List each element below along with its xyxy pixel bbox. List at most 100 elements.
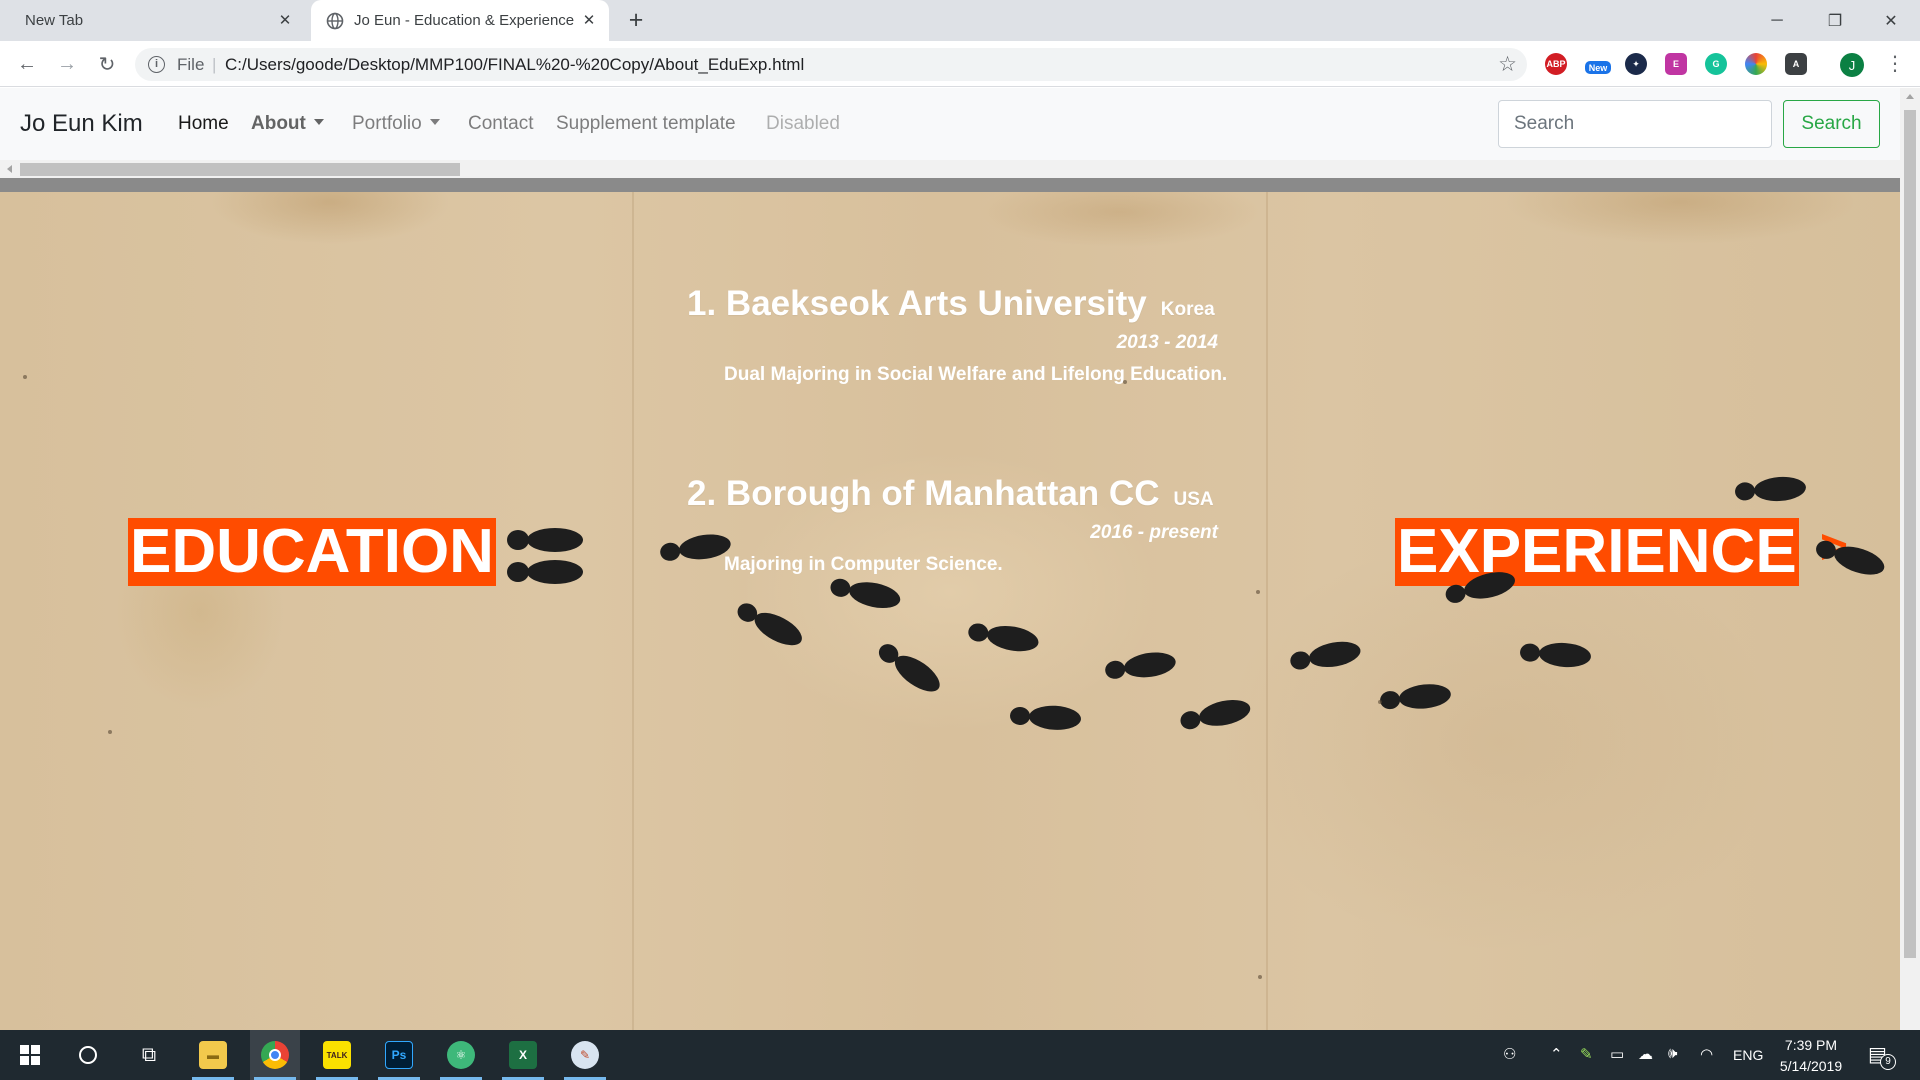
nav-portfolio-label: Portfolio — [352, 113, 422, 134]
site-navbar: Jo Eun Kim Home About Portfolio Contact … — [0, 88, 1900, 160]
chrome-icon[interactable] — [250, 1030, 300, 1080]
nav-contact[interactable]: Contact — [468, 113, 533, 135]
windows-taskbar: ⧉ ▬ TALK Ps ⚛ X ✎ ⚇ ⌃ ✎ ▭ ☁ 🕪 ◠ ENG 7:39… — [0, 1030, 1920, 1080]
footprint — [737, 603, 802, 646]
circle-icon — [79, 1046, 97, 1064]
cortana-icon[interactable] — [63, 1030, 113, 1080]
education-section: 1. Baekseok Arts University Korea 2013 - … — [0, 192, 1900, 1030]
compass-extension-icon[interactable]: ✦ — [1625, 53, 1647, 75]
scroll-left-icon[interactable] — [7, 165, 12, 173]
paint-icon[interactable]: ✎ — [560, 1030, 610, 1080]
menu-kebab-icon[interactable]: ⋮ — [1885, 51, 1905, 76]
info-icon[interactable]: i — [148, 56, 165, 73]
people-icon[interactable]: ⚇ — [1503, 1045, 1516, 1063]
volume-icon[interactable]: 🕪 — [1668, 1045, 1677, 1062]
reload-icon[interactable]: ↻ — [93, 50, 121, 78]
kakaotalk-icon[interactable]: TALK — [312, 1030, 362, 1080]
footprint — [507, 560, 583, 584]
bookmark-star-icon[interactable]: ☆ — [1498, 52, 1517, 77]
web-page: Jo Eun Kim Home About Portfolio Contact … — [0, 88, 1900, 1030]
new-extension-icon[interactable]: New — [1585, 61, 1611, 74]
color-picker-icon[interactable] — [1745, 53, 1767, 75]
scroll-up-icon[interactable] — [1906, 94, 1914, 99]
footprint — [1520, 642, 1591, 668]
nav-about[interactable]: About — [251, 113, 324, 135]
browser-tab-strip: New Tab ✕ Jo Eun - Education & Experienc… — [0, 0, 1920, 41]
close-icon[interactable]: ✕ — [275, 10, 295, 30]
back-arrow-icon[interactable]: ← — [13, 50, 41, 78]
wifi-icon[interactable]: ◠ — [1700, 1045, 1713, 1063]
chevron-up-icon[interactable]: ⌃ — [1550, 1045, 1563, 1063]
horizontal-scrollbar[interactable] — [0, 160, 1900, 178]
tab-education-experience[interactable]: Jo Eun - Education & Experience ✕ — [311, 0, 609, 41]
windows-logo-icon — [20, 1045, 40, 1065]
cloud-icon[interactable]: ☁ — [1638, 1045, 1653, 1063]
tab-title: New Tab — [25, 12, 84, 29]
new-tab-button[interactable]: + — [622, 7, 650, 35]
footprint — [1735, 476, 1806, 502]
pen-tray-icon[interactable]: ✎ — [1580, 1045, 1593, 1063]
footprint — [830, 578, 901, 609]
close-window-button[interactable]: ✕ — [1862, 0, 1920, 41]
task-view-icon[interactable]: ⧉ — [124, 1030, 174, 1080]
grammarly-icon[interactable]: G — [1705, 53, 1727, 75]
nav-disabled: Disabled — [766, 113, 840, 134]
url-separator: | — [212, 55, 217, 74]
profile-avatar[interactable]: J — [1840, 53, 1864, 77]
start-icon[interactable] — [5, 1030, 55, 1080]
restore-button[interactable]: ❐ — [1806, 0, 1864, 41]
scrollbar-thumb[interactable] — [1904, 110, 1916, 958]
nav-portfolio[interactable]: Portfolio — [352, 113, 440, 135]
vertical-scrollbar[interactable] — [1900, 88, 1920, 1030]
atom-icon[interactable]: ⚛ — [436, 1030, 486, 1080]
nav-supplement-template[interactable]: Supplement template — [556, 113, 736, 135]
palette-icon: ✎ — [571, 1041, 599, 1069]
chevron-down-icon — [429, 119, 440, 125]
footprint — [1816, 540, 1885, 575]
footprint — [507, 528, 583, 552]
footprint — [1010, 705, 1081, 730]
globe-icon — [326, 12, 344, 29]
divider-band — [0, 178, 1900, 192]
notification-badge: 9 — [1880, 1054, 1896, 1070]
tab-title: Jo Eun - Education & Experience — [354, 12, 574, 29]
site-brand[interactable]: Jo Eun Kim — [20, 110, 143, 138]
footprint — [1105, 652, 1176, 679]
nav-home[interactable]: Home — [178, 113, 229, 135]
tab-new-tab[interactable]: New Tab ✕ — [0, 0, 305, 41]
excel-icon[interactable]: X — [498, 1030, 548, 1080]
chrome-logo-icon — [261, 1041, 289, 1069]
battery-icon[interactable]: ▭ — [1610, 1045, 1624, 1063]
url-scheme: File — [177, 55, 205, 74]
browser-toolbar: ← → ↻ i File | C:/Users/goode/Desktop/MM… — [0, 41, 1920, 87]
scrollbar-thumb[interactable] — [20, 163, 460, 176]
footprint — [878, 644, 940, 692]
abp-icon[interactable]: ABP — [1545, 53, 1567, 75]
footprints-illustration — [23, 375, 1885, 979]
clock-date: 5/14/2019 — [1779, 1058, 1843, 1074]
search-input[interactable] — [1498, 100, 1772, 148]
footprint — [1380, 684, 1451, 710]
close-icon[interactable]: ✕ — [579, 10, 599, 30]
footprint — [660, 534, 731, 561]
folder-icon: ▬ — [199, 1041, 227, 1069]
address-bar[interactable]: i File | C:/Users/goode/Desktop/MMP100/F… — [135, 48, 1527, 81]
minimize-button[interactable]: ─ — [1748, 0, 1806, 41]
photoshop-icon[interactable]: Ps — [374, 1030, 424, 1080]
taskbar-clock[interactable]: 7:39 PM 5/14/2019 — [1776, 1035, 1846, 1077]
file-explorer-icon[interactable]: ▬ — [188, 1030, 238, 1080]
footprint — [1445, 572, 1515, 603]
footprint — [968, 623, 1039, 652]
search-button[interactable]: Search — [1783, 100, 1880, 148]
notification-icon[interactable]: ▤ 9 — [1868, 1042, 1896, 1070]
footprint — [1180, 699, 1251, 730]
language-indicator[interactable]: ENG — [1733, 1047, 1763, 1063]
e-extension-icon[interactable]: E — [1665, 53, 1687, 75]
footprint — [1290, 641, 1361, 670]
url-text[interactable]: C:/Users/goode/Desktop/MMP100/FINAL%20-%… — [225, 55, 804, 75]
a-extension-icon[interactable]: A — [1785, 53, 1807, 75]
atom-logo-icon: ⚛ — [447, 1041, 475, 1069]
chevron-down-icon — [313, 119, 324, 125]
clock-time: 7:39 PM — [1784, 1037, 1838, 1053]
forward-arrow-icon[interactable]: → — [53, 50, 81, 78]
